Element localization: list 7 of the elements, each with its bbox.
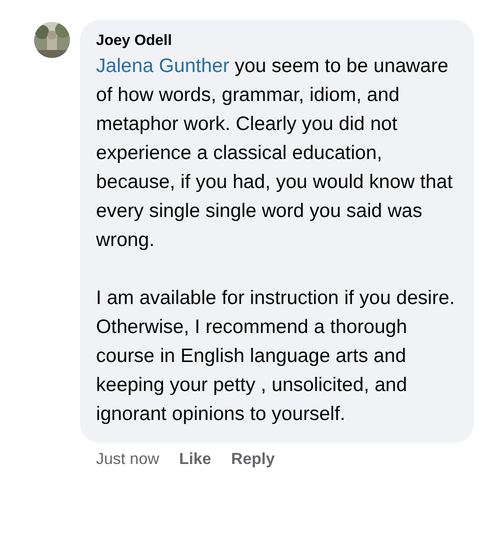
mention-link[interactable]: Jalena Gunther xyxy=(96,55,230,77)
timestamp: Just now xyxy=(96,451,160,469)
action-link[interactable]: Reply xyxy=(231,451,275,469)
author-name[interactable]: Joey Odell xyxy=(96,32,464,49)
comment-text: I am available for instruction if you desire. Otherwise, I recommend a thorough course in English language arts and keeping your petty , unsolicited, and ignorant opinions to yourself. xyxy=(96,286,456,427)
comment-text: Jalena Gunther you seem to be unaware of how words, grammar, idiom, and metaphor work. Clearly you did not experience a classical education, because, if you had, you would know that every single single word you said was wrong. xyxy=(96,54,454,253)
action-link[interactable]: Like xyxy=(179,451,212,469)
